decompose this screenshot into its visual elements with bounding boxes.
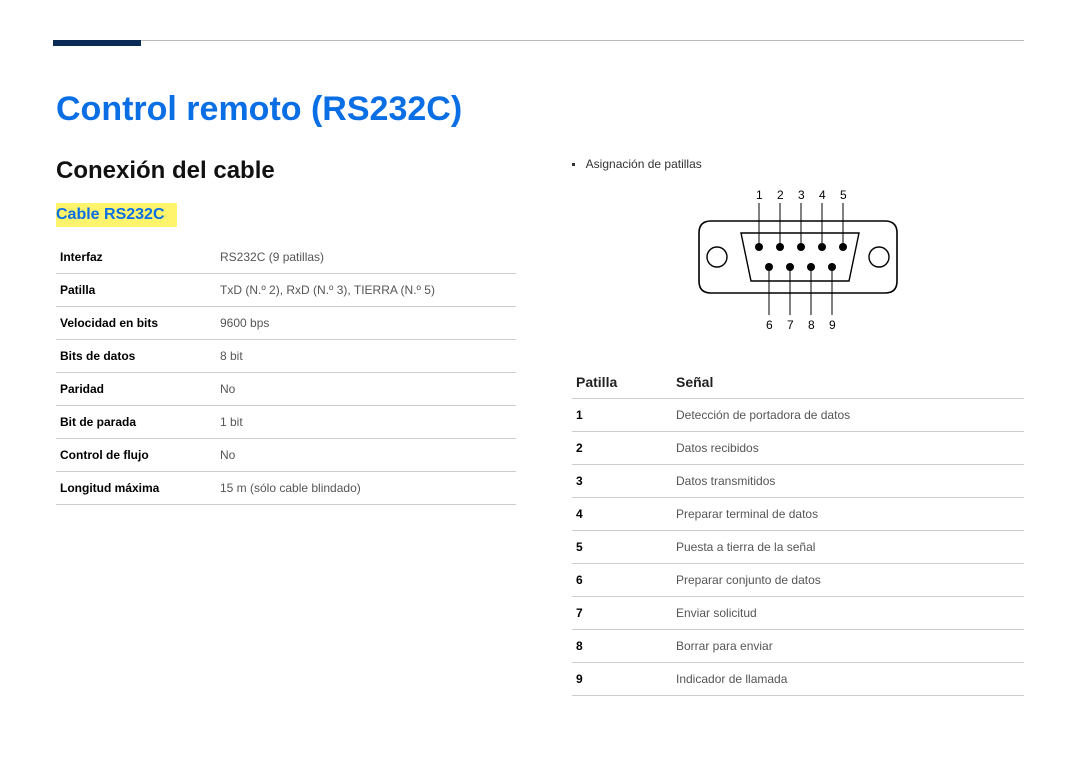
spec-label: Control de flujo xyxy=(56,439,216,472)
signal-pin: 5 xyxy=(572,531,672,564)
signal-name: Indicador de llamada xyxy=(672,663,1024,696)
table-row: 8 Borrar para enviar xyxy=(572,630,1024,663)
table-row: 6 Preparar conjunto de datos xyxy=(572,564,1024,597)
signal-table-header-signal: Señal xyxy=(672,366,1024,399)
bullet-text: Asignación de patillas xyxy=(586,157,702,171)
signal-table-header-pin: Patilla xyxy=(572,366,672,399)
signal-pin: 4 xyxy=(572,498,672,531)
table-row: 5 Puesta a tierra de la señal xyxy=(572,531,1024,564)
spec-value: 9600 bps xyxy=(216,307,516,340)
spec-label: Bits de datos xyxy=(56,340,216,373)
table-row: 2 Datos recibidos xyxy=(572,432,1024,465)
bullet-line: Asignación de patillas xyxy=(572,157,1024,171)
table-row: 9 Indicador de llamada xyxy=(572,663,1024,696)
signal-name: Datos transmitidos xyxy=(672,465,1024,498)
table-row: Paridad No xyxy=(56,373,516,406)
spec-value: 15 m (sólo cable blindado) xyxy=(216,472,516,505)
table-row: Bits de datos 8 bit xyxy=(56,340,516,373)
table-row: 1 Detección de portadora de datos xyxy=(572,399,1024,432)
signal-pin: 7 xyxy=(572,597,672,630)
right-column: Asignación de patillas 1 2 3 4 5 xyxy=(572,157,1024,696)
signal-name: Datos recibidos xyxy=(672,432,1024,465)
spec-label: Patilla xyxy=(56,274,216,307)
header-rule xyxy=(56,40,1024,60)
spec-value: No xyxy=(216,439,516,472)
signal-name: Detección de portadora de datos xyxy=(672,399,1024,432)
signal-name: Preparar terminal de datos xyxy=(672,498,1024,531)
table-row: Velocidad en bits 9600 bps xyxy=(56,307,516,340)
table-row: 3 Datos transmitidos xyxy=(572,465,1024,498)
pin-num: 5 xyxy=(840,188,847,202)
header-marker xyxy=(53,40,141,46)
bullet-icon xyxy=(572,163,575,166)
pin-num: 8 xyxy=(808,318,815,332)
spec-table: Interfaz RS232C (9 patillas) Patilla TxD… xyxy=(56,241,516,505)
db9-connector-diagram: 1 2 3 4 5 xyxy=(693,185,903,340)
signal-name: Preparar conjunto de datos xyxy=(672,564,1024,597)
table-row: 7 Enviar solicitud xyxy=(572,597,1024,630)
spec-label: Paridad xyxy=(56,373,216,406)
pin-num: 1 xyxy=(756,188,763,202)
page: Control remoto (RS232C) Conexión del cab… xyxy=(0,0,1080,696)
spec-value: 1 bit xyxy=(216,406,516,439)
left-column: Conexión del cable Cable RS232C Interfaz… xyxy=(56,157,516,696)
pin-num: 4 xyxy=(819,188,826,202)
pin-num: 2 xyxy=(777,188,784,202)
pin-num: 6 xyxy=(766,318,773,332)
signal-table: Patilla Señal 1 Detección de portadora d… xyxy=(572,366,1024,696)
table-row: 4 Preparar terminal de datos xyxy=(572,498,1024,531)
pin-num: 3 xyxy=(798,188,805,202)
page-title: Control remoto (RS232C) xyxy=(56,90,1024,129)
spec-value: 8 bit xyxy=(216,340,516,373)
two-column-layout: Conexión del cable Cable RS232C Interfaz… xyxy=(56,157,1024,696)
spec-value: TxD (N.º 2), RxD (N.º 3), TIERRA (N.º 5) xyxy=(216,274,516,307)
table-row: Control de flujo No xyxy=(56,439,516,472)
pin-num: 9 xyxy=(829,318,836,332)
spec-label: Velocidad en bits xyxy=(56,307,216,340)
table-row: Interfaz RS232C (9 patillas) xyxy=(56,241,516,274)
signal-pin: 8 xyxy=(572,630,672,663)
table-row: Bit de parada 1 bit xyxy=(56,406,516,439)
spec-label: Longitud máxima xyxy=(56,472,216,505)
table-row: Longitud máxima 15 m (sólo cable blindad… xyxy=(56,472,516,505)
spec-label: Bit de parada xyxy=(56,406,216,439)
signal-pin: 2 xyxy=(572,432,672,465)
subsection-title: Cable RS232C xyxy=(56,203,177,227)
signal-name: Enviar solicitud xyxy=(672,597,1024,630)
signal-pin: 3 xyxy=(572,465,672,498)
signal-pin: 9 xyxy=(572,663,672,696)
section-title: Conexión del cable xyxy=(56,157,516,185)
spec-value: No xyxy=(216,373,516,406)
signal-name: Puesta a tierra de la señal xyxy=(672,531,1024,564)
signal-name: Borrar para enviar xyxy=(672,630,1024,663)
table-row: Patilla TxD (N.º 2), RxD (N.º 3), TIERRA… xyxy=(56,274,516,307)
pin-num: 7 xyxy=(787,318,794,332)
spec-value: RS232C (9 patillas) xyxy=(216,241,516,274)
spec-label: Interfaz xyxy=(56,241,216,274)
signal-pin: 1 xyxy=(572,399,672,432)
signal-pin: 6 xyxy=(572,564,672,597)
